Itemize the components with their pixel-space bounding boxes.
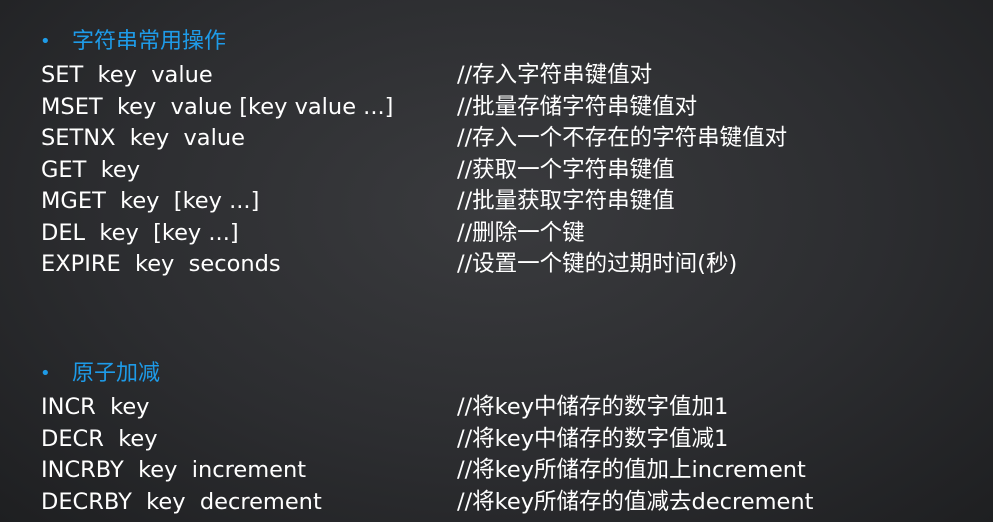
command-text: GET key: [41, 156, 141, 183]
section-atomic-ops: • 原子加减 INCR key //将key中储存的数字值加1 DECR key…: [0, 356, 993, 518]
command-text: MSET key value [key value ...]: [41, 93, 394, 120]
section-header: • 原子加减: [0, 356, 993, 392]
section-title: 原子加减: [72, 361, 161, 386]
command-comment: //将key中储存的数字值加1: [457, 394, 729, 420]
command-comment: //将key中储存的数字值减1: [457, 425, 729, 452]
command-comment: //批量获取字符串键值: [457, 188, 675, 214]
command-comment: //将key所储存的值减去decrement: [457, 488, 814, 515]
command-row: SET key value //存入字符串键值对: [0, 60, 993, 92]
section-header: • 字符串常用操作: [0, 24, 993, 60]
command-row: DECR key //将key中储存的数字值减1: [0, 424, 993, 456]
command-row: EXPIRE key seconds //设置一个键的过期时间(秒): [0, 249, 993, 281]
command-text: DECRBY key decrement: [41, 488, 322, 515]
command-text: MGET key [key ...]: [41, 188, 260, 214]
command-comment: //存入一个不存在的字符串键值对: [457, 125, 788, 151]
section-string-ops: • 字符串常用操作 SET key value //存入字符串键值对 MSET …: [0, 24, 993, 281]
command-comment: //将key所储存的值加上increment: [457, 457, 806, 483]
command-text: INCR key: [41, 394, 150, 420]
section-title: 字符串常用操作: [72, 29, 227, 54]
command-text: EXPIRE key seconds: [41, 251, 281, 277]
command-text: SET key value: [41, 62, 213, 88]
command-comment: //设置一个键的过期时间(秒): [457, 251, 738, 277]
command-text: SETNX key value: [41, 125, 245, 151]
command-row: DEL key [key ...] //删除一个键: [0, 218, 993, 250]
command-comment: //获取一个字符串键值: [457, 156, 675, 183]
command-row: DECRBY key decrement //将key所储存的值减去decrem…: [0, 487, 993, 519]
command-row: INCR key //将key中储存的数字值加1: [0, 392, 993, 424]
command-text: DEL key [key ...]: [41, 219, 239, 246]
command-row: GET key //获取一个字符串键值: [0, 155, 993, 187]
bullet-icon: •: [40, 31, 51, 52]
command-row: SETNX key value //存入一个不存在的字符串键值对: [0, 123, 993, 155]
command-comment: //批量存储字符串键值对: [457, 93, 698, 120]
command-row: MSET key value [key value ...] //批量存储字符串…: [0, 92, 993, 124]
command-text: INCRBY key increment: [41, 457, 307, 483]
command-comment: //存入字符串键值对: [457, 62, 653, 88]
command-comment: //删除一个键: [457, 219, 585, 246]
slide: • 字符串常用操作 SET key value //存入字符串键值对 MSET …: [0, 0, 993, 522]
command-row: MGET key [key ...] //批量获取字符串键值: [0, 186, 993, 218]
bullet-icon: •: [40, 363, 51, 384]
command-text: DECR key: [41, 425, 158, 452]
command-row: INCRBY key increment //将key所储存的值加上increm…: [0, 455, 993, 487]
